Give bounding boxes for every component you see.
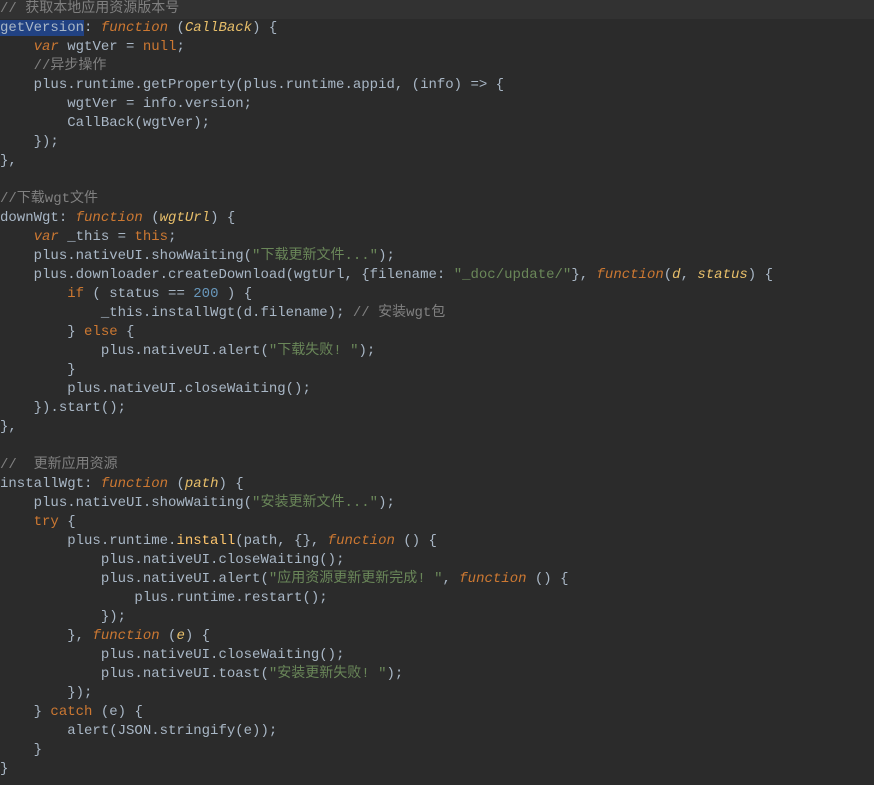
- code-line: if ( status == 200 ) {: [0, 285, 874, 304]
- code-line: try {: [0, 513, 874, 532]
- code-line: }, function (e) {: [0, 627, 874, 646]
- code-line: plus.runtime.restart();: [0, 589, 874, 608]
- selection: getVersion: [0, 20, 84, 36]
- code-line: // 更新应用资源: [0, 456, 874, 475]
- code-line: //异步操作: [0, 57, 874, 76]
- code-line: },: [0, 418, 874, 437]
- comment: // 获取本地应用资源版本号: [0, 1, 179, 17]
- code-line: plus.runtime.getProperty(plus.runtime.ap…: [0, 76, 874, 95]
- code-line: } catch (e) {: [0, 703, 874, 722]
- code-line: plus.nativeUI.closeWaiting();: [0, 551, 874, 570]
- code-line: });: [0, 608, 874, 627]
- code-line: CallBack(wgtVer);: [0, 114, 874, 133]
- code-line: plus.downloader.createDownload(wgtUrl, {…: [0, 266, 874, 285]
- code-line: [0, 171, 874, 190]
- code-line: });: [0, 133, 874, 152]
- code-line: [0, 437, 874, 456]
- code-line: }).start();: [0, 399, 874, 418]
- code-line: getVersion: function (CallBack) {: [0, 19, 874, 38]
- code-line: plus.nativeUI.showWaiting("下载更新文件...");: [0, 247, 874, 266]
- code-line: plus.nativeUI.alert("应用资源更新更新完成! ", func…: [0, 570, 874, 589]
- code-line: alert(JSON.stringify(e));: [0, 722, 874, 741]
- code-line: plus.nativeUI.closeWaiting();: [0, 380, 874, 399]
- code-line: // 获取本地应用资源版本号: [0, 0, 874, 19]
- code-line: //下载wgt文件: [0, 190, 874, 209]
- code-line: plus.nativeUI.showWaiting("安装更新文件...");: [0, 494, 874, 513]
- code-line: } else {: [0, 323, 874, 342]
- code-line: plus.nativeUI.alert("下载失败! ");: [0, 342, 874, 361]
- code-line: var _this = this;: [0, 228, 874, 247]
- code-line: wgtVer = info.version;: [0, 95, 874, 114]
- code-line: },: [0, 152, 874, 171]
- code-line: plus.nativeUI.toast("安装更新失败! ");: [0, 665, 874, 684]
- code-line: downWgt: function (wgtUrl) {: [0, 209, 874, 228]
- code-line: }: [0, 361, 874, 380]
- code-line: }: [0, 741, 874, 760]
- code-editor[interactable]: // 获取本地应用资源版本号 getVersion: function (Cal…: [0, 0, 874, 779]
- code-line: _this.installWgt(d.filename); // 安装wgt包: [0, 304, 874, 323]
- code-line: plus.nativeUI.closeWaiting();: [0, 646, 874, 665]
- code-line: installWgt: function (path) {: [0, 475, 874, 494]
- code-line: var wgtVer = null;: [0, 38, 874, 57]
- code-line: }: [0, 760, 874, 779]
- code-line: });: [0, 684, 874, 703]
- code-line: plus.runtime.install(path, {}, function …: [0, 532, 874, 551]
